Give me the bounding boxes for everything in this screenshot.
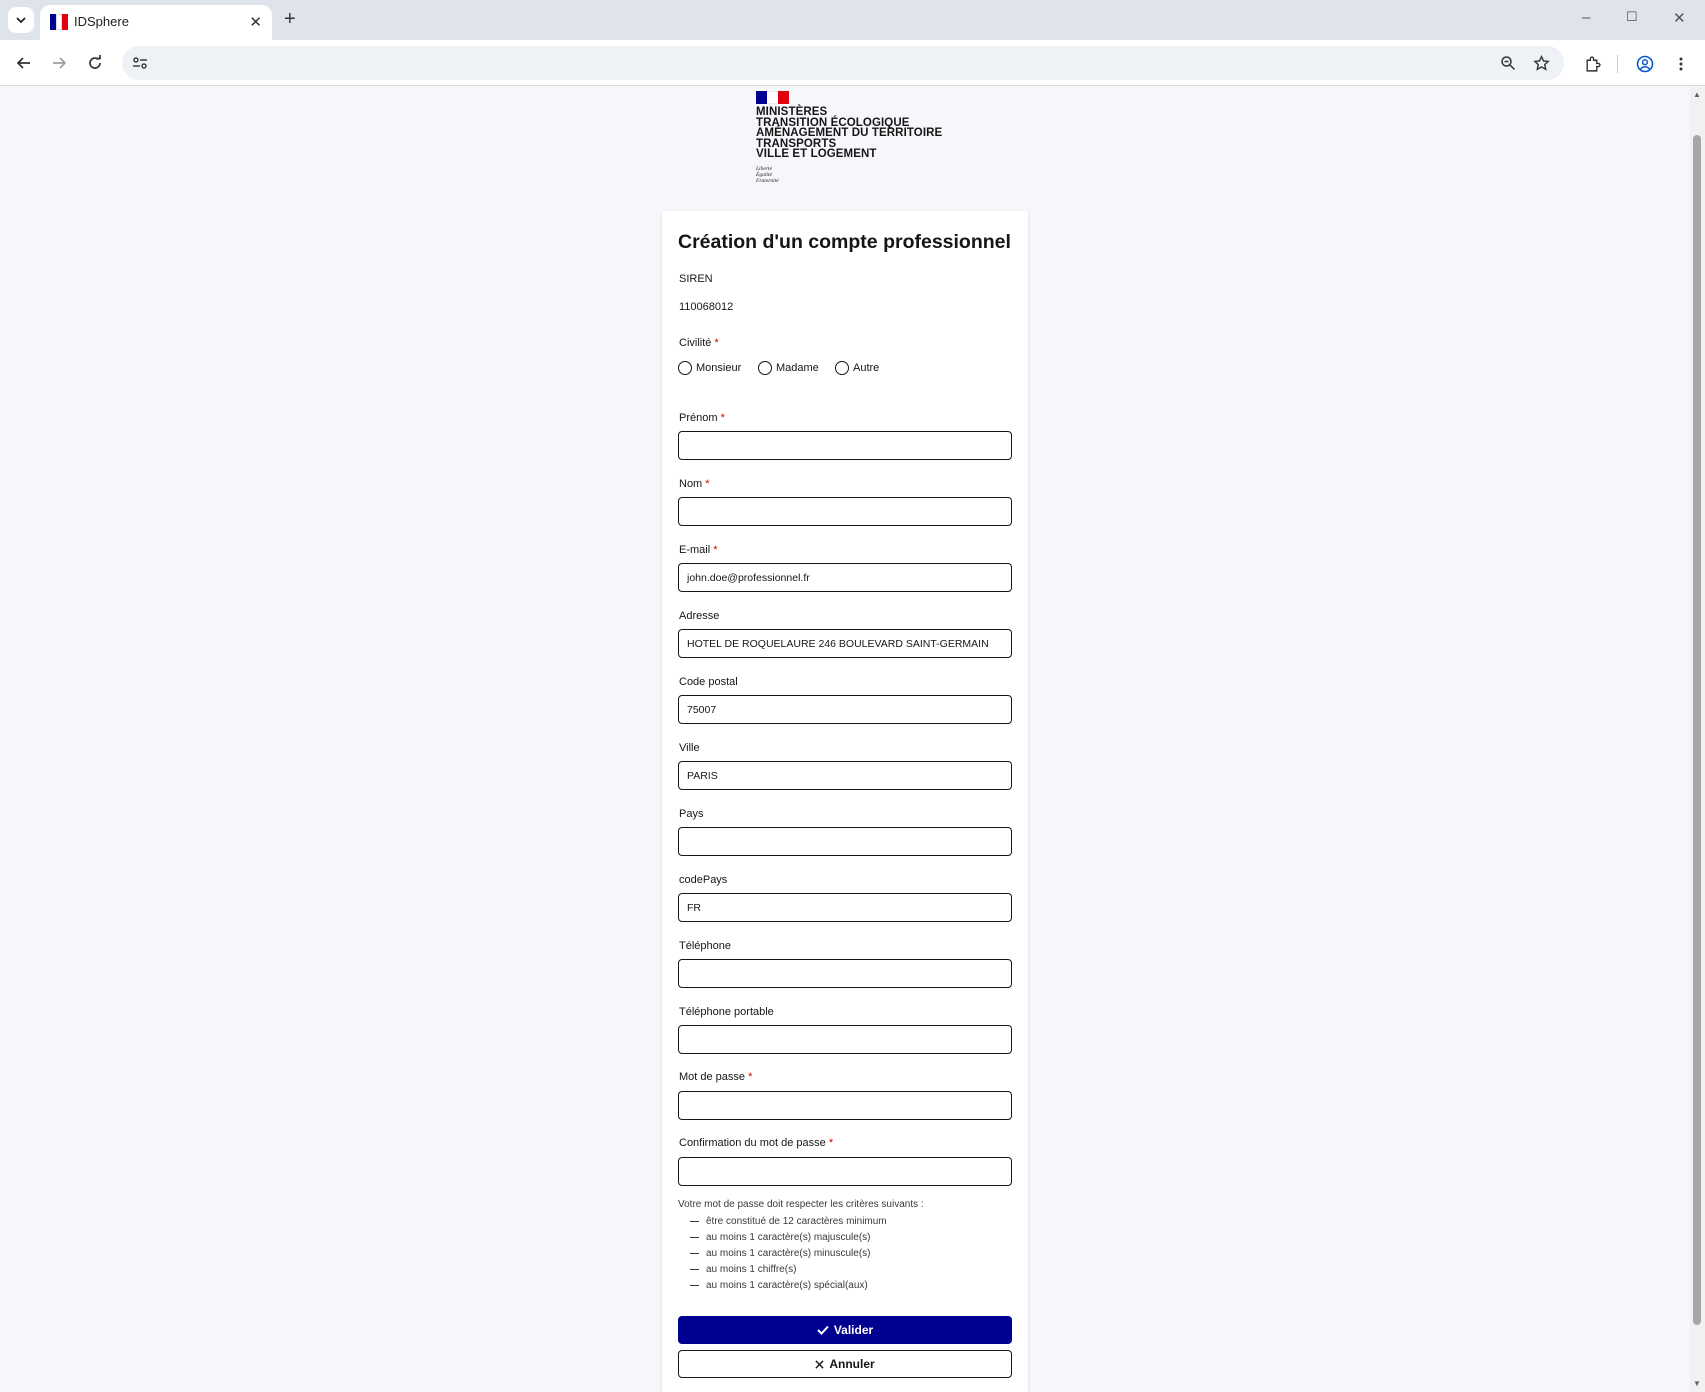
- close-window-button[interactable]: ✕: [1673, 9, 1686, 27]
- forward-button[interactable]: [48, 52, 70, 74]
- siren-value: 110068012: [679, 301, 734, 313]
- telephone-input[interactable]: [678, 959, 1012, 988]
- radio-monsieur[interactable]: Monsieur: [678, 361, 741, 375]
- annuler-label: Annuler: [829, 1357, 875, 1371]
- email-label: E-mail *: [679, 544, 718, 556]
- password-rule: au moins 1 chiffre(s): [690, 1261, 887, 1277]
- pays-label: Pays: [679, 808, 704, 820]
- radio-circle-icon: [758, 361, 772, 375]
- password-rule: au moins 1 caractère(s) majuscule(s): [690, 1229, 887, 1245]
- tab-search-button[interactable]: [8, 7, 34, 33]
- ville-label: Ville: [679, 742, 700, 754]
- confirmation-label: Confirmation du mot de passe *: [679, 1137, 834, 1149]
- siren-label: SIREN: [679, 273, 713, 285]
- telephone-portable-input[interactable]: [678, 1025, 1012, 1054]
- profile-avatar-icon[interactable]: [1634, 53, 1656, 75]
- radio-circle-icon: [835, 361, 849, 375]
- civilite-label: Civilité *: [679, 337, 719, 349]
- page-scrollbar[interactable]: ▲ ▼: [1690, 87, 1705, 1392]
- code-postal-input[interactable]: [678, 695, 1012, 724]
- new-tab-button[interactable]: +: [284, 8, 296, 30]
- prenom-input[interactable]: [678, 431, 1012, 460]
- close-icon: [815, 1359, 824, 1369]
- favicon-icon: [50, 14, 68, 30]
- mot-de-passe-input[interactable]: [678, 1091, 1012, 1120]
- toolbar-divider: [1617, 55, 1618, 73]
- maximize-window-button[interactable]: ☐: [1626, 9, 1638, 25]
- reload-icon: [89, 55, 101, 69]
- telephone-label: Téléphone: [679, 940, 731, 952]
- nom-label: Nom *: [679, 478, 710, 490]
- code-pays-label: codePays: [679, 874, 728, 886]
- tab-title: IDSphere: [74, 14, 129, 29]
- arrow-right-icon: [53, 57, 67, 69]
- reload-button[interactable]: [84, 52, 106, 74]
- browser-menu-icon[interactable]: [1670, 53, 1692, 75]
- scroll-up-icon[interactable]: ▲: [1693, 90, 1701, 99]
- radio-autre[interactable]: Autre: [835, 361, 879, 375]
- password-rules-list: être constitué de 12 caractères minimum …: [690, 1213, 887, 1293]
- adresse-label: Adresse: [679, 610, 720, 622]
- code-pays-input[interactable]: [678, 893, 1012, 922]
- checkmark-icon: [817, 1325, 829, 1335]
- minimize-window-button[interactable]: –: [1582, 9, 1590, 26]
- mot-de-passe-label: Mot de passe *: [679, 1071, 753, 1083]
- radio-madame[interactable]: Madame: [758, 361, 819, 375]
- annuler-button[interactable]: Annuler: [678, 1350, 1012, 1378]
- password-rule: au moins 1 caractère(s) spécial(aux): [690, 1277, 887, 1293]
- valider-label: Valider: [833, 1323, 874, 1337]
- account-form: SIREN 110068012 Civilité * Monsieur Mada…: [662, 0, 1028, 1392]
- adresse-input[interactable]: [678, 629, 1012, 658]
- zoom-icon[interactable]: [1499, 54, 1517, 72]
- close-tab-icon[interactable]: ✕: [249, 13, 262, 31]
- telephone-portable-label: Téléphone portable: [679, 1006, 774, 1018]
- prenom-label: Prénom *: [679, 412, 725, 424]
- password-rules-intro: Votre mot de passe doit respecter les cr…: [678, 1199, 924, 1210]
- password-rule: être constitué de 12 caractères minimum: [690, 1213, 887, 1229]
- browser-tab-active[interactable]: IDSphere ✕: [40, 5, 272, 40]
- code-postal-label: Code postal: [679, 676, 738, 688]
- scroll-down-icon[interactable]: ▼: [1693, 1379, 1701, 1388]
- confirmation-input[interactable]: [678, 1157, 1012, 1186]
- nom-input[interactable]: [678, 497, 1012, 526]
- arrow-left-icon: [16, 57, 30, 69]
- bookmark-star-icon[interactable]: [1532, 54, 1550, 72]
- pays-input[interactable]: [678, 827, 1012, 856]
- ville-input[interactable]: [678, 761, 1012, 790]
- back-button[interactable]: [13, 52, 35, 74]
- extensions-icon[interactable]: [1581, 53, 1603, 75]
- valider-button[interactable]: Valider: [678, 1316, 1012, 1344]
- site-info-icon[interactable]: [131, 54, 149, 72]
- password-rule: au moins 1 caractère(s) minuscule(s): [690, 1245, 887, 1261]
- email-input[interactable]: [678, 563, 1012, 592]
- chevron-down-icon: [16, 17, 26, 24]
- scrollbar-thumb[interactable]: [1693, 135, 1701, 1325]
- radio-circle-icon: [678, 361, 692, 375]
